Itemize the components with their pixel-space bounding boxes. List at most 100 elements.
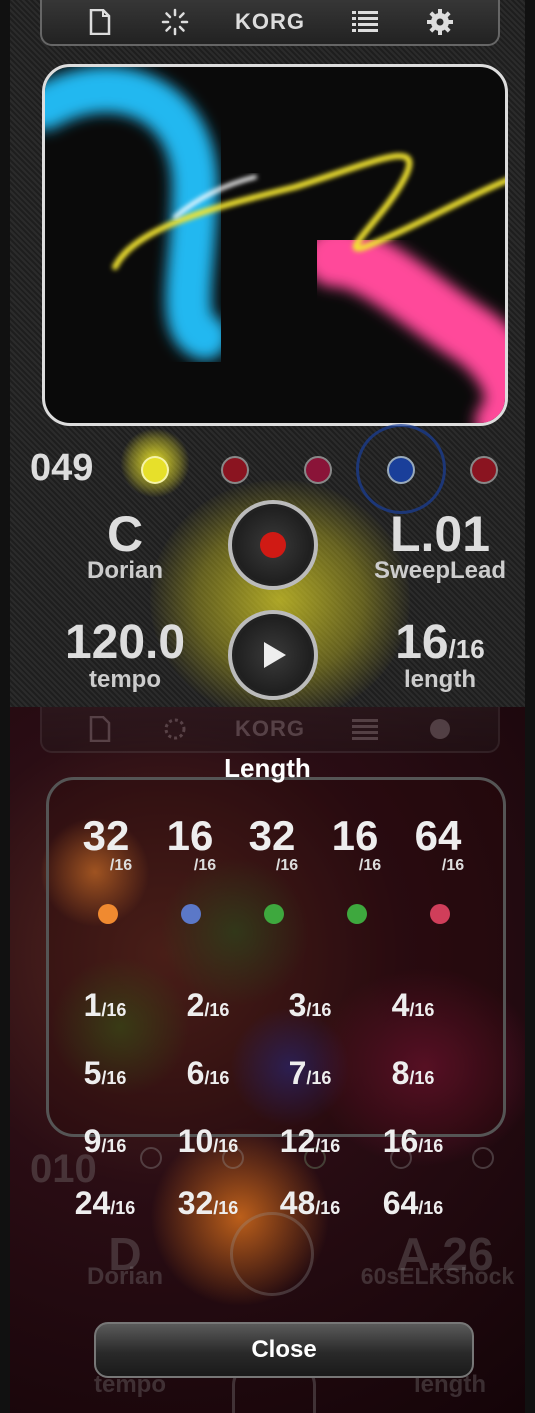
length-option-unit: /16 [204,1068,230,1088]
track-dot-4[interactable] [387,456,415,484]
preset-length-3[interactable]: 32 /16 [232,815,312,875]
length-option-value: 48 [279,1185,316,1221]
length-option[interactable]: 32/16 [153,1185,263,1222]
length-option-value: 1 [83,987,102,1023]
settings-icon[interactable] [420,4,460,40]
preset-value: 64 [414,812,462,859]
preset-length-1[interactable]: 32 /16 [66,815,146,875]
length-option-value: 9 [83,1123,102,1159]
length-option-value: 5 [83,1055,102,1091]
length-option[interactable]: 12/16 [255,1123,365,1160]
preset-unit: /16 [275,857,299,874]
preset-dot-1[interactable] [98,904,118,924]
length-option[interactable]: 8/16 [358,1055,468,1092]
length-option-value: 7 [288,1055,307,1091]
length-value[interactable]: 16/16 [385,615,495,670]
track-dot-1[interactable] [141,456,169,484]
length-option[interactable]: 1/16 [50,987,160,1024]
record-icon [260,532,286,558]
preset-unit: /16 [358,857,382,874]
length-option[interactable]: 10/16 [153,1123,263,1160]
length-option[interactable]: 24/16 [50,1185,160,1222]
dimmed-toolbar: KORG [40,707,500,753]
length-option-unit: /16 [306,1068,332,1088]
length-option[interactable]: 64/16 [358,1185,468,1222]
new-file-icon[interactable] [80,4,120,40]
length-number: 16 [395,616,449,669]
length-option-unit: /16 [315,1198,341,1218]
length-option[interactable]: 2/16 [153,987,263,1024]
length-option[interactable]: 9/16 [50,1123,160,1160]
length-option-unit: /16 [213,1198,239,1218]
length-label: length [404,666,476,693]
preset-length-2[interactable]: 16 /16 [150,815,230,875]
length-option[interactable]: 7/16 [255,1055,365,1092]
play-button[interactable] [228,610,318,700]
record-button[interactable] [228,500,318,590]
new-file-icon [80,711,120,747]
list-icon [345,711,385,747]
bg-track-dot [472,1147,494,1169]
length-option-unit: /16 [409,1068,435,1088]
preset-unit: /16 [109,857,133,874]
preset-dot-3[interactable] [264,904,284,924]
bg-sound-label: 60sELKShock [360,1263,515,1289]
length-option-value: 16 [382,1123,419,1159]
tempo-value[interactable]: 120.0 [50,615,200,670]
length-option-value: 24 [74,1185,111,1221]
length-option[interactable]: 5/16 [50,1055,160,1092]
preset-value: 32 [82,812,130,859]
track-dot-5[interactable] [470,456,498,484]
length-option-value: 6 [186,1055,205,1091]
preset-value: 16 [331,812,379,859]
length-option[interactable]: 4/16 [358,987,468,1024]
track-dot-2[interactable] [221,456,249,484]
length-option[interactable]: 3/16 [255,987,365,1024]
korg-logo: KORG [230,711,310,747]
length-unit: /16 [448,634,485,664]
play-icon [264,642,286,668]
list-icon[interactable] [345,4,385,40]
preset-value: 16 [166,812,214,859]
load-icon[interactable] [155,4,195,40]
length-option-value: 8 [391,1055,410,1091]
korg-logo-text: KORG [234,716,305,741]
modal-title: Length [224,753,311,783]
korg-logo-text: KORG [234,9,305,34]
length-option-unit: /16 [213,1136,239,1156]
length-option-unit: /16 [204,1000,230,1020]
program-number[interactable]: 049 [30,447,93,490]
preset-length-4[interactable]: 16 /16 [315,815,395,875]
track-dot-3[interactable] [304,456,332,484]
length-option[interactable]: 6/16 [153,1055,263,1092]
length-option[interactable]: 48/16 [255,1185,365,1222]
korg-logo: KORG [230,4,310,40]
tempo-label: tempo [89,666,161,693]
scale-label: Dorian [86,557,163,584]
main-screen: KORG 049 C Dorian L.01 SweepLead 120.0 t… [10,0,525,707]
close-button[interactable]: Close [94,1322,474,1378]
sound-name-label: SweepLead [373,557,507,584]
length-option-unit: /16 [418,1136,444,1156]
sound-value[interactable]: L.01 [365,505,515,563]
load-icon [155,711,195,747]
length-option-unit: /16 [101,1136,127,1156]
preset-value: 32 [248,812,296,859]
xy-touch-pad[interactable] [42,64,508,426]
length-option-unit: /16 [306,1000,332,1020]
length-option-unit: /16 [409,1000,435,1020]
preset-dot-2[interactable] [181,904,201,924]
length-option-value: 32 [177,1185,214,1221]
preset-dot-4[interactable] [347,904,367,924]
preset-dot-5[interactable] [430,904,450,924]
pink-trail [305,227,505,423]
preset-unit: /16 [441,857,465,874]
length-option-value: 10 [177,1123,214,1159]
preset-length-5[interactable]: 64 /16 [398,815,478,875]
key-value[interactable]: C [70,505,180,563]
length-option-value: 4 [391,987,410,1023]
length-option-value: 64 [382,1185,419,1221]
length-screen: KORG 010 D Dorian A.26 60sELKShock tempo… [10,707,525,1413]
length-option[interactable]: 16/16 [358,1123,468,1160]
length-option-unit: /16 [101,1000,127,1020]
